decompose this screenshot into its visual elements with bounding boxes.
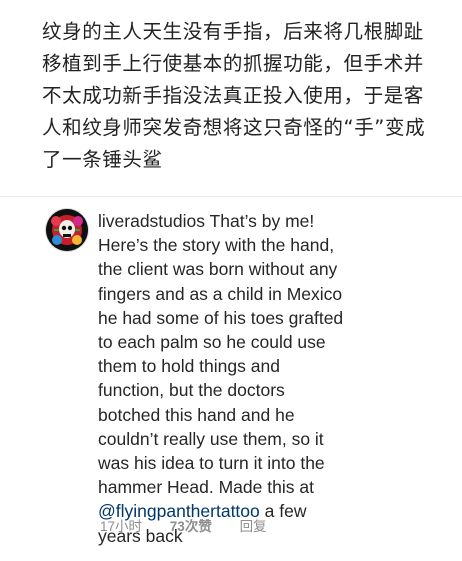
reply-button[interactable]: 回复 — [240, 519, 267, 534]
comment-likes[interactable]: 73次赞 — [170, 519, 212, 534]
comment-line: fingers and as a child in Mexico — [98, 283, 343, 304]
comment-line: was his idea to turn it into the — [98, 453, 325, 474]
caption-line: 移植到手上行使基本的抓握功能，但手术并 — [42, 52, 424, 75]
comment-line: to each palm so he could use — [98, 332, 326, 353]
comment-line: That’s by me! — [209, 211, 315, 231]
caption-line: 不太成功新手指没法真正投入使用，于是客 — [42, 84, 424, 107]
comment-line: he had some of his toes grafted — [98, 307, 344, 328]
comment-time: 17小时 — [100, 519, 143, 534]
caption-line: 纹身的主人天生没有手指，后来将几根脚趾 — [42, 20, 424, 43]
comment-line: Here’s the story with the hand, — [98, 235, 335, 256]
comment-line: botched this hand and he — [98, 404, 295, 425]
section-divider — [0, 196, 462, 197]
avatar[interactable] — [46, 209, 88, 251]
comment-line: couldn’t really use them, so it — [98, 428, 324, 449]
post-caption: 纹身的主人天生没有手指，后来将几根脚趾 移植到手上行使基本的抓握功能，但手术并 … — [42, 16, 434, 176]
comment-line: hammer Head. Made this at — [98, 477, 314, 498]
comment-meta: 17小时 73次赞 回复 — [100, 515, 291, 535]
comment-line: them to hold things and — [98, 356, 280, 377]
skull-flower-avatar-icon — [46, 209, 88, 251]
caption-line: 了一条锤头鲨 — [42, 148, 163, 171]
comment-text: liveradstudios That’s by me! Here’s the … — [98, 209, 438, 548]
comment-line: the client was born without any — [98, 259, 338, 280]
comment-line: function, but the doctors — [98, 380, 285, 401]
comment-username[interactable]: liveradstudios — [98, 211, 205, 231]
caption-line: 人和纹身师突发奇想将这只奇怪的“手”变成 — [42, 116, 426, 139]
